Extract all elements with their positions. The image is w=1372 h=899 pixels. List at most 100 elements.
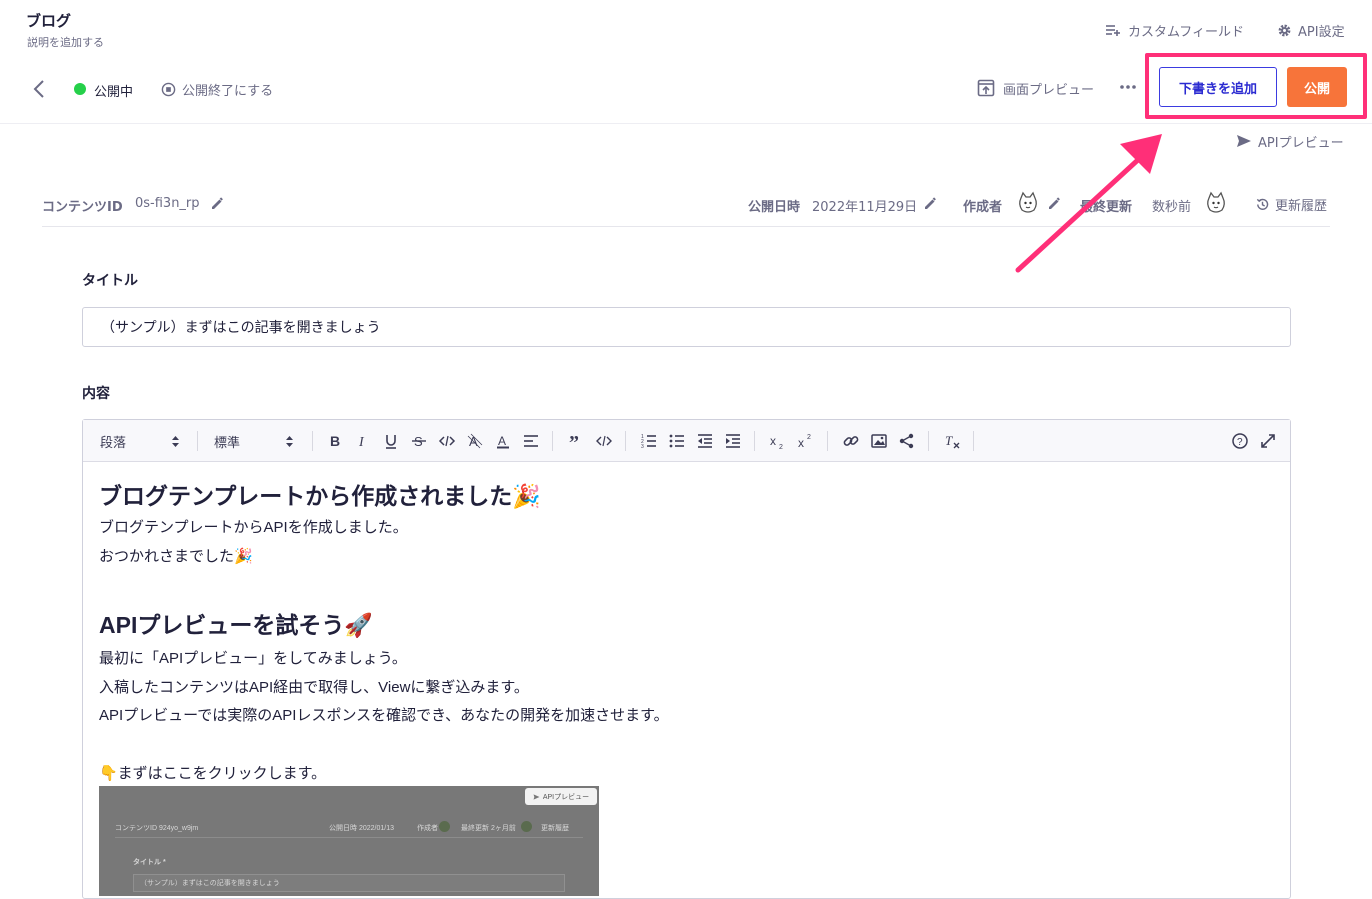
- embedded-preview-label: APIプレビュー: [542, 793, 590, 801]
- pencil-icon: [923, 197, 937, 211]
- title-field-label: タイトル: [82, 273, 138, 289]
- underline-icon[interactable]: [382, 432, 400, 450]
- update-history-label: 更新履歴: [1275, 198, 1328, 214]
- custom-field-link[interactable]: カスタムフィールド: [1105, 20, 1244, 40]
- image-icon[interactable]: [870, 432, 888, 450]
- screen-preview-label: 画面プレビュー: [1003, 82, 1095, 98]
- edit-content-id-button[interactable]: [209, 196, 225, 212]
- update-history-button[interactable]: 更新履歴: [1255, 195, 1328, 214]
- outdent-icon[interactable]: [696, 432, 714, 450]
- annotation-arrow-icon: [1000, 120, 1190, 280]
- back-button[interactable]: [29, 78, 49, 100]
- toolbar-divider: [754, 431, 755, 451]
- bullet-list-icon[interactable]: [668, 432, 686, 450]
- svg-text:A: A: [498, 434, 506, 448]
- embedded-preview-button: APIプレビュー: [525, 788, 597, 805]
- embedded-published: 公開日時 2022/01/13: [329, 825, 394, 832]
- svg-text:I: I: [358, 435, 365, 450]
- inline-code-icon[interactable]: [438, 432, 456, 450]
- svg-text:2: 2: [807, 434, 811, 441]
- embedded-history: 更新履歴: [541, 825, 569, 832]
- toolbar-divider: [197, 431, 198, 451]
- code-block-icon[interactable]: [595, 432, 613, 450]
- clear-format-icon[interactable]: T: [943, 432, 961, 450]
- more-options-button[interactable]: [1117, 77, 1139, 97]
- toolbar-divider: [552, 431, 553, 451]
- help-icon[interactable]: ?: [1231, 432, 1249, 450]
- toolbar-divider: [312, 431, 313, 451]
- embedded-title-input: （サンプル）まずはこの記事を開きましょう: [133, 874, 565, 892]
- unpublish-label: 公開終了にする: [182, 83, 274, 99]
- published-at-value: 2022年11月29日: [812, 200, 918, 215]
- block-format-select[interactable]: 段落: [100, 432, 180, 451]
- content-id-value: 0s-fi3n_rp: [135, 196, 200, 211]
- screen-preview-icon: [977, 79, 995, 97]
- subscript-icon[interactable]: x2: [769, 432, 787, 450]
- embedded-content-id: コンテンツID 924yo_w9jm: [115, 825, 199, 832]
- api-preview-label: APIプレビュー: [1258, 135, 1344, 151]
- api-settings-link[interactable]: API設定: [1277, 20, 1345, 40]
- body-paragraph: APIプレビューでは実際のAPIレスポンスを確認でき、あなたの開発を加速させます…: [99, 707, 669, 724]
- editor-toolbar: 段落 標準 B I S A A ” 123 x2 x2 T: [83, 420, 1290, 462]
- toolbar-divider: [928, 431, 929, 451]
- more-horizontal-icon: [1119, 84, 1137, 90]
- bold-icon[interactable]: B: [326, 432, 344, 450]
- blockquote-icon[interactable]: ”: [567, 432, 585, 450]
- embedded-updated: 最終更新 2ヶ月前: [461, 825, 516, 832]
- svg-text:3: 3: [641, 444, 644, 450]
- body-paragraph: 👇まずはここをクリックします。: [99, 765, 327, 782]
- svg-text:x: x: [770, 434, 776, 448]
- author-label: 作成者: [963, 200, 1003, 215]
- embedded-screenshot-image: APIプレビュー コンテンツID 924yo_w9jm 公開日時 2022/01…: [99, 786, 599, 896]
- api-name: ブログ: [26, 12, 72, 30]
- font-size-value: 標準: [214, 436, 241, 451]
- api-settings-label: API設定: [1298, 24, 1345, 40]
- body-heading-1: ブログテンプレートから作成されました🎉: [99, 483, 541, 509]
- rich-text-editor[interactable]: 段落 標準 B I S A A ” 123 x2 x2 T: [82, 419, 1291, 899]
- embedded-avatar: [439, 821, 450, 832]
- embedded-title-value: （サンプル）まずはこの記事を開きましょう: [140, 880, 280, 887]
- history-icon: [1255, 197, 1270, 212]
- select-arrows-icon: [172, 436, 180, 447]
- svg-text:?: ?: [1237, 437, 1243, 448]
- strikethrough-icon[interactable]: S: [410, 432, 428, 450]
- body-paragraph: 最初に「APIプレビュー」をしてみましょう。: [99, 650, 407, 667]
- highlight-icon[interactable]: A: [466, 432, 484, 450]
- indent-icon[interactable]: [724, 432, 742, 450]
- body-paragraph: ブログテンプレートからAPIを作成しました。: [99, 519, 408, 536]
- text-color-icon[interactable]: A: [494, 432, 512, 450]
- published-at-label: 公開日時: [748, 200, 801, 215]
- status-label: 公開中: [94, 85, 134, 100]
- unpublish-button[interactable]: 公開終了にする: [161, 79, 273, 99]
- updater-avatar: [1204, 191, 1228, 215]
- toolbar-divider: [625, 431, 626, 451]
- embedded-avatar: [521, 821, 532, 832]
- screen-preview-button[interactable]: 画面プレビュー: [977, 77, 1094, 99]
- italic-icon[interactable]: I: [354, 432, 372, 450]
- embed-icon[interactable]: [898, 432, 916, 450]
- edit-published-at-button[interactable]: [922, 196, 938, 212]
- link-icon[interactable]: [842, 432, 860, 450]
- send-icon: [1236, 134, 1252, 148]
- font-size-select[interactable]: 標準: [214, 432, 294, 451]
- embedded-title-label: タイトル *: [133, 859, 166, 866]
- fullscreen-icon[interactable]: [1259, 432, 1277, 450]
- content-id-label: コンテンツID: [42, 200, 123, 215]
- api-description-link[interactable]: 説明を追加する: [27, 34, 104, 50]
- custom-field-label: カスタムフィールド: [1128, 24, 1244, 40]
- body-heading-2: APIプレビューを試そう🚀: [99, 612, 373, 638]
- svg-text:B: B: [330, 433, 340, 449]
- title-input[interactable]: [82, 307, 1291, 347]
- content-field-label: 内容: [82, 386, 110, 402]
- align-icon[interactable]: [522, 432, 540, 450]
- api-preview-button[interactable]: APIプレビュー: [1236, 131, 1344, 151]
- body-paragraph: おつかれさまでした🎉: [99, 548, 253, 565]
- ordered-list-icon[interactable]: 123: [640, 432, 658, 450]
- send-icon: [533, 793, 540, 800]
- toolbar-divider: [827, 431, 828, 451]
- block-format-value: 段落: [100, 436, 127, 451]
- svg-text:”: ”: [569, 432, 579, 450]
- svg-text:T: T: [945, 433, 953, 448]
- superscript-icon[interactable]: x2: [797, 432, 815, 450]
- embedded-divider: [115, 837, 583, 838]
